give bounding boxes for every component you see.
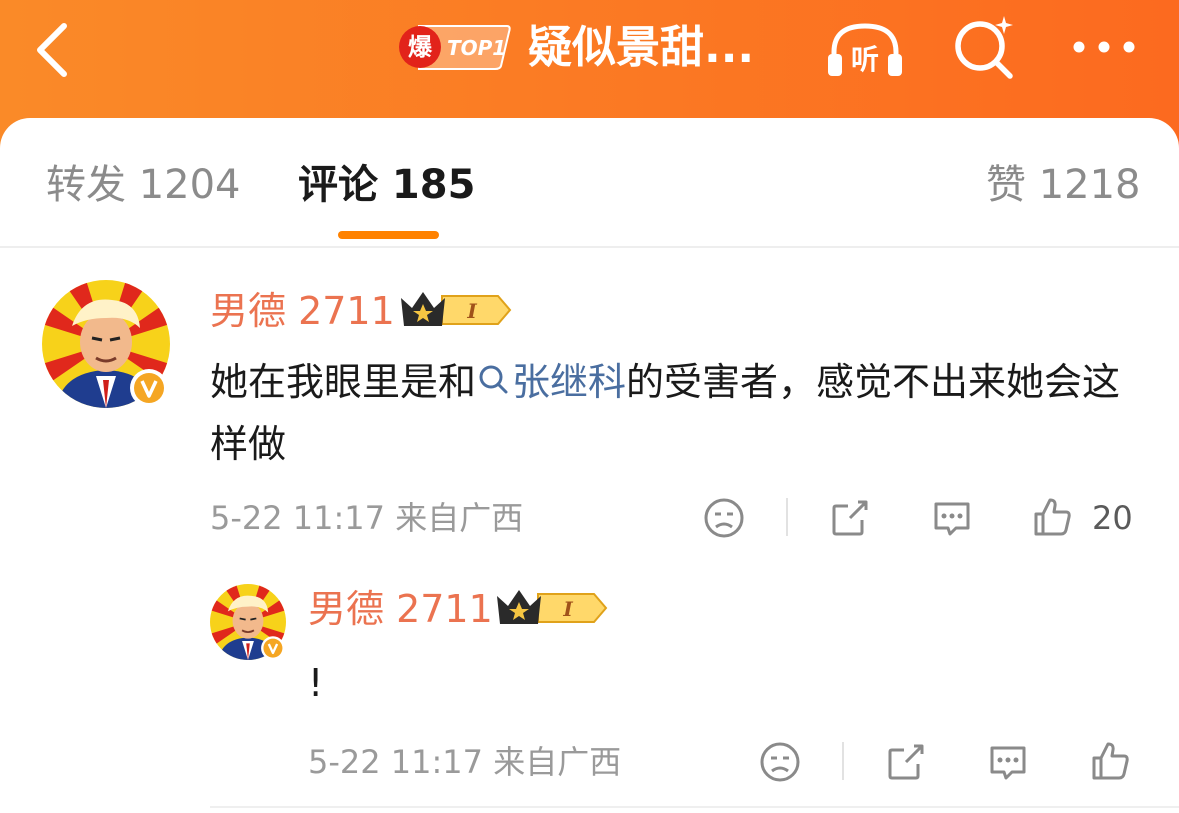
comment-text: 她在我眼里是和 张继科的受害者，感觉不出来她会这样做 bbox=[210, 351, 1140, 475]
reply-username[interactable]: 男德 2711 bbox=[308, 586, 493, 632]
active-tab-indicator bbox=[338, 231, 439, 239]
more-icon[interactable] bbox=[1070, 38, 1138, 56]
reply-divider bbox=[210, 806, 1179, 808]
listen-label: 听 bbox=[851, 43, 879, 76]
reply-like-icon[interactable] bbox=[1088, 738, 1134, 784]
reply-meta: 5-22 11:17 来自广西 bbox=[308, 742, 621, 782]
tabs-divider bbox=[0, 246, 1179, 248]
tab-reposts[interactable]: 转发 1204 bbox=[46, 158, 241, 212]
page-title: 疑似景甜... bbox=[528, 22, 755, 73]
comment-text-before: 她在我眼里是和 bbox=[210, 360, 477, 404]
search-small-icon bbox=[479, 365, 508, 394]
comment-icon[interactable] bbox=[930, 496, 974, 540]
reply-time: 5-22 11:17 bbox=[308, 743, 484, 781]
reply-action-separator bbox=[842, 742, 844, 780]
topic-link[interactable]: 张继科 bbox=[476, 360, 626, 404]
action-separator bbox=[786, 498, 788, 536]
reply-location: 来自广西 bbox=[493, 743, 622, 781]
hot-rank-badge[interactable]: 爆 TOP1 bbox=[397, 22, 511, 72]
comment-username[interactable]: 男德 2711 bbox=[210, 288, 395, 334]
reply-comment-icon[interactable] bbox=[986, 740, 1030, 784]
reply-share-icon[interactable] bbox=[884, 740, 928, 784]
reply-avatar[interactable] bbox=[210, 584, 286, 660]
reply-dislike-face-icon[interactable] bbox=[758, 740, 802, 784]
share-icon[interactable] bbox=[828, 496, 872, 540]
vip-crown-badge[interactable]: I bbox=[398, 288, 514, 332]
avatar[interactable] bbox=[42, 280, 170, 408]
like-icon[interactable] bbox=[1030, 494, 1076, 540]
tab-likes[interactable]: 赞 1218 bbox=[986, 158, 1141, 212]
hot-char: 爆 bbox=[408, 33, 433, 61]
comment-meta: 5-22 11:17 来自广西 bbox=[210, 498, 523, 538]
search-icon[interactable] bbox=[950, 14, 1018, 82]
listen-icon[interactable]: 听 bbox=[824, 22, 906, 82]
topic-link-text: 张继科 bbox=[512, 360, 627, 404]
comment-time: 5-22 11:17 bbox=[210, 499, 386, 537]
like-count: 20 bbox=[1092, 499, 1133, 537]
hot-rank: TOP1 bbox=[447, 36, 506, 60]
vip-level: I bbox=[466, 299, 477, 323]
dislike-face-icon[interactable] bbox=[702, 496, 746, 540]
reply-vip-crown-badge[interactable]: I bbox=[494, 586, 610, 630]
comment-location: 来自广西 bbox=[395, 499, 524, 537]
back-icon[interactable] bbox=[30, 22, 78, 78]
tab-comments[interactable]: 评论 185 bbox=[298, 158, 475, 212]
reply-vip-level: I bbox=[562, 597, 573, 621]
reply-text: ! bbox=[308, 661, 324, 705]
